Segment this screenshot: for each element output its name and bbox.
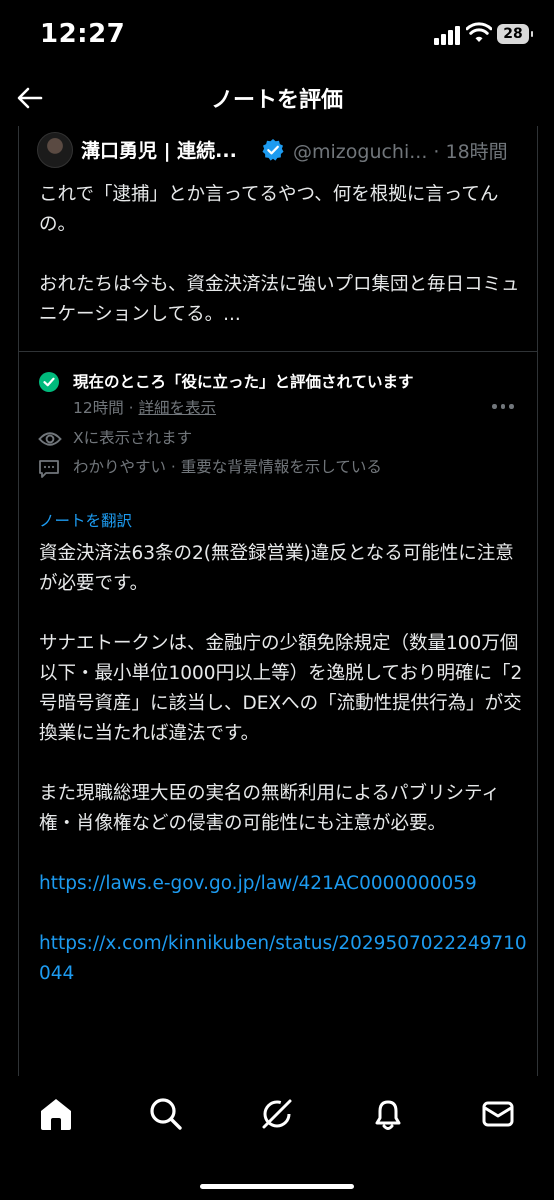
home-indicator[interactable] (200, 1184, 354, 1189)
rating-reasons: わかりやすい · 重要な背景情報を示している (73, 458, 382, 476)
messages-icon[interactable] (478, 1094, 518, 1134)
home-icon[interactable] (36, 1094, 76, 1134)
page-title: ノートを評価 (210, 88, 343, 113)
note-paragraph: また現職総理大臣の実名の無断利用によるパブリシティ権・肖像権などの侵害の可能性に… (39, 783, 500, 834)
search-icon[interactable] (146, 1094, 186, 1134)
eye-icon (38, 432, 62, 446)
speech-bubble-icon (39, 460, 59, 478)
translate-note-link[interactable]: ノートを翻訳 (39, 509, 132, 531)
note-meta: 12時間 · 詳細を表示 (73, 396, 216, 418)
verified-badge-icon (262, 139, 284, 161)
community-note: 現在のところ「役に立った」と評価されています 12時間 · 詳細を表示 Xに表示… (19, 352, 537, 1074)
author-handle-time: @mizoguchi... · 18時間 (293, 141, 508, 163)
status-bar: 12:27 28 (0, 0, 554, 70)
author-name[interactable]: 溝口勇児 | 連続... (81, 136, 237, 163)
more-options-icon[interactable] (492, 404, 514, 410)
show-details-link[interactable]: 詳細を表示 (139, 399, 217, 417)
top-navigation: ノートを評価 (0, 70, 554, 126)
notifications-icon[interactable] (368, 1094, 408, 1134)
status-time: 12:27 (40, 19, 126, 49)
note-paragraph: サナエトークンは、金融庁の少額免除規定（数量100万個以下・最小単位1000円以… (39, 633, 523, 744)
battery-indicator: 28 (497, 24, 533, 44)
post-text: これで「逮捕」とか言ってるやつ、何を根拠に言ってんの。 おれたちは今も、資金決済… (39, 180, 525, 330)
rating-status: 現在のところ「役に立った」と評価されています (73, 373, 414, 391)
post-paragraph: これで「逮捕」とか言ってるやつ、何を根拠に言ってんの。 (39, 184, 499, 235)
check-icon (39, 372, 59, 392)
signal-icon (434, 25, 464, 45)
post-paragraph: おれたちは今も、資金決済法に強いプロ集団と毎日コミュニケーションしてる。... (39, 274, 520, 325)
bottom-tab-bar (0, 1076, 554, 1200)
note-time: 12時間 · (73, 399, 139, 417)
visibility-text: Xに表示されます (73, 429, 193, 447)
grok-icon[interactable] (257, 1094, 297, 1134)
source-link-egov[interactable]: https://laws.e-gov.go.jp/law/421AC000000… (39, 873, 477, 894)
avatar[interactable] (37, 132, 73, 168)
original-post[interactable]: 溝口勇児 | 連続... @mizoguchi... · 18時間 これで「逮捕… (19, 126, 537, 352)
source-link-x[interactable]: https://x.com/kinnikuben/status/20295070… (39, 933, 527, 984)
note-card: 溝口勇児 | 連続... @mizoguchi... · 18時間 これで「逮捕… (18, 126, 538, 1077)
note-body: 資金決済法63条の2(無登録営業)違反となる可能性に注意が必要です。 サナエトー… (39, 539, 529, 989)
note-paragraph: 資金決済法63条の2(無登録営業)違反となる可能性に注意が必要です。 (39, 543, 514, 594)
wifi-icon (466, 22, 492, 42)
